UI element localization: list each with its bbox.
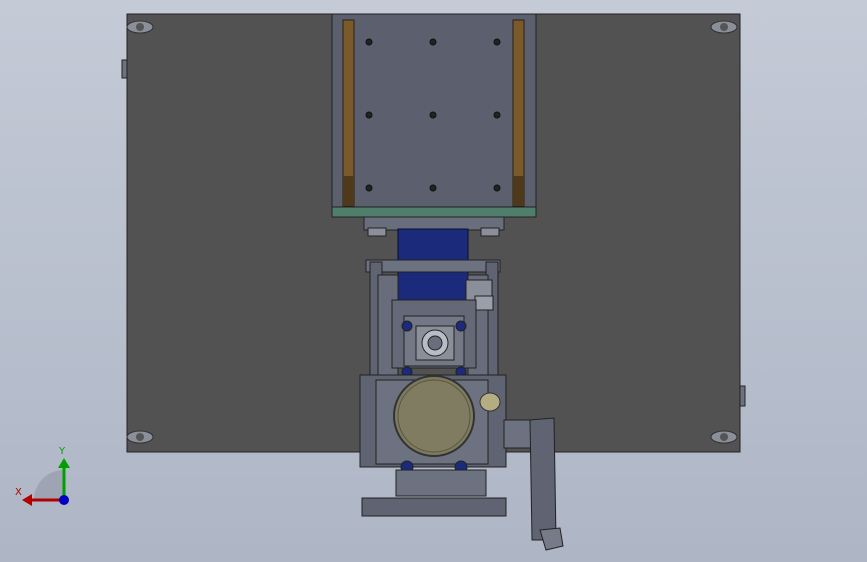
bottom-flange (395, 469, 487, 497)
flange-block (391, 299, 477, 378)
crank-handle (503, 417, 564, 551)
top-carriage (331, 13, 537, 209)
bracket-clip-right (480, 227, 500, 237)
cad-viewport[interactable]: Y X (0, 0, 867, 562)
triad-x-label: X (15, 487, 22, 498)
corner-bolt-top-left (126, 20, 154, 34)
side-tab-left (121, 59, 128, 79)
bottom-foot (361, 497, 507, 517)
green-mount-bar (331, 206, 537, 218)
adjust-knob (479, 392, 501, 412)
corner-bolt-bottom-left (126, 430, 154, 444)
side-tab-right (739, 385, 746, 407)
axis-triad: Y X (15, 446, 70, 506)
corner-bolt-bottom-right (710, 430, 738, 444)
corner-bolt-top-right (710, 20, 738, 34)
bracket-clip-left (367, 227, 387, 237)
triad-y-label: Y (58, 446, 66, 457)
lens-housing (359, 374, 507, 474)
